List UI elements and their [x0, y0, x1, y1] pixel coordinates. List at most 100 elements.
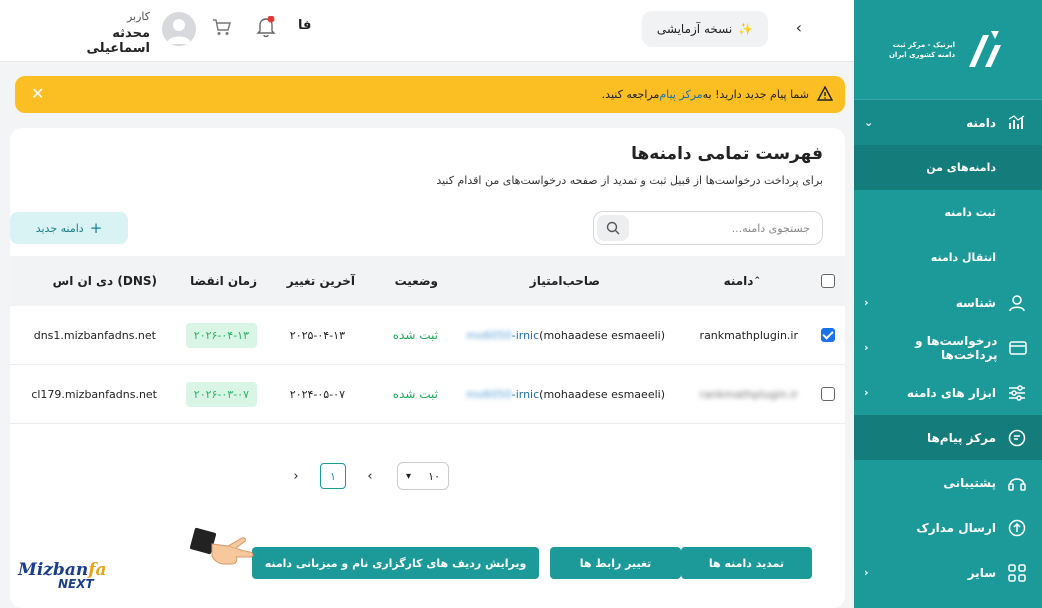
user-role: کاربر — [126, 10, 150, 23]
holder-suffix: -irnic — [511, 387, 540, 401]
header-status: وضعیت — [394, 274, 438, 288]
header-holder: صاحب‌امتیاز — [529, 274, 600, 288]
page-number[interactable]: ۱ — [320, 463, 346, 489]
change-link-button[interactable]: تغییر رابط ها — [550, 547, 681, 579]
logo-text-line2: دامنه کشوری ایران — [888, 50, 956, 59]
sidebar: ایرنیک - مرکز ثبت دامنه کشوری ایران دامن… — [854, 0, 1042, 608]
header-dns: دی ان اس (DNS) — [52, 274, 157, 288]
new-message-alert: شما پیام جدید دارید! به مرکز پیام مراجعه… — [15, 76, 845, 113]
sidebar-subitem-my-domains[interactable]: دامنه‌های من — [854, 145, 1042, 190]
new-domain-label: دامنه جدید — [35, 221, 84, 235]
table-header: دامنه ⌃ صاحب‌امتیاز وضعیت آخرین تغییر زم… — [10, 256, 845, 306]
trial-version-button[interactable]: ✨ نسخه آزمایشی — [642, 11, 768, 47]
sidebar-item-label: سایر — [967, 565, 996, 580]
mizbanfa-logo: Mizbanfa NEXT — [18, 560, 114, 591]
irnic-logo-icon — [961, 27, 1007, 73]
status-badge: ثبت شده — [392, 328, 438, 342]
sliders-icon — [1006, 382, 1028, 404]
sidebar-item-label: درخواست‌ها و پرداخت‌ها — [915, 333, 998, 362]
upload-icon — [1006, 517, 1028, 539]
holder-suffix: -irnic — [511, 328, 540, 342]
search-placeholder: جستجوی دامنه... — [731, 221, 810, 235]
sidebar-item-requests[interactable]: درخواست‌ها و پرداخت‌ها ‹ — [854, 325, 1042, 370]
sidebar-item-label: مرکز پیام‌ها — [926, 430, 996, 445]
chevron-left-icon: ‹ — [864, 386, 869, 399]
status-badge: ثبت شده — [392, 387, 438, 401]
holder: mo6050 -irnic (mohaadese esmaeeli) — [466, 306, 665, 364]
holder-id: mo6050 — [466, 387, 512, 401]
sidebar-item-other[interactable]: سایر ‹ — [854, 550, 1042, 595]
topbar: ‹ ✨ نسخه آزمایشی فا کاربر محدثه اسماعیلی — [0, 0, 854, 62]
last-change-date: ۲۰۲۴-۰۵-۰۷ — [289, 387, 345, 401]
chart-icon — [1006, 112, 1028, 134]
domain-name[interactable]: rankmathplugin.ir — [700, 306, 798, 364]
page-title: فهرست تمامی دامنه‌ها — [631, 144, 823, 164]
user-name: محدثه اسماعیلی — [86, 26, 150, 56]
card-icon — [1007, 337, 1028, 359]
table-row[interactable]: rankmathplugin.ir mo6050 -irnic (mohaades… — [10, 306, 845, 365]
per-page-value: ۱۰ — [428, 469, 440, 483]
chevron-right-icon[interactable]: ‹ — [357, 463, 383, 489]
header-domain[interactable]: دامنه — [724, 274, 754, 288]
sidebar-item-support[interactable]: پشتیبانی — [854, 460, 1042, 505]
sidebar-item-message-center[interactable]: مرکز پیام‌ها — [854, 415, 1042, 460]
sidebar-subitem-register-domain[interactable]: ثبت دامنه — [854, 190, 1042, 235]
renew-domains-button[interactable]: تمدید دامنه ها — [681, 547, 812, 579]
sidebar-item-label: ابزار های دامنه — [906, 385, 996, 400]
search-input[interactable]: جستجوی دامنه... — [593, 211, 823, 245]
headset-icon — [1006, 472, 1028, 494]
holder-id: mo6050 — [466, 328, 512, 342]
sidebar-item-upload-docs[interactable]: ارسال مدارک — [854, 505, 1042, 550]
alert-text-before: شما پیام جدید دارید! به — [702, 88, 809, 101]
page-subtitle: برای پرداخت درخواست‌ها از قبیل ثبت و تمد… — [436, 174, 823, 187]
holder-name: (mohaadese esmaeeli) — [539, 387, 665, 401]
bell-icon[interactable] — [256, 15, 276, 42]
sidebar-subitem-transfer-domain[interactable]: انتقال دامنه — [854, 235, 1042, 280]
last-change-date: ۲۰۲۵-۰۴-۱۳ — [289, 328, 345, 342]
chevron-left-icon[interactable]: ‹ — [796, 18, 802, 37]
sidebar-item-label: دامنه — [966, 115, 996, 130]
irnic-logo[interactable]: ایرنیک - مرکز ثبت دامنه کشوری ایران — [854, 0, 1042, 100]
avatar[interactable] — [162, 12, 196, 46]
holder: mo6050 -irnic (mohaadese esmaeeli) — [466, 365, 665, 423]
search-icon[interactable] — [597, 215, 629, 241]
chevron-down-icon: ⌄ — [864, 116, 874, 129]
holder-name: (mohaadese esmaeeli) — [539, 328, 665, 342]
chevron-down-icon: ▾ — [406, 470, 412, 482]
pointing-hand-icon — [189, 526, 256, 578]
sidebar-item-identity[interactable]: شناسه ‹ — [854, 280, 1042, 325]
per-page-select[interactable]: ▾ ۱۰ — [397, 462, 449, 490]
warning-icon — [816, 85, 834, 104]
dns-server: cl179.mizbanfadns.net — [31, 387, 157, 401]
message-center-link[interactable]: مرکز پیام — [659, 88, 702, 101]
trial-version-label: نسخه آزمایشی — [656, 22, 733, 36]
domains-table: دامنه ⌃ صاحب‌امتیاز وضعیت آخرین تغییر زم… — [10, 256, 845, 424]
sidebar-item-domain[interactable]: دامنه ⌄ — [854, 100, 1042, 145]
domain-name[interactable]: rankmathplugin.ir — [700, 365, 798, 423]
sidebar-item-domain-tools[interactable]: ابزار های دامنه ‹ — [854, 370, 1042, 415]
user-info[interactable]: کاربر محدثه اسماعیلی — [50, 10, 150, 56]
domains-card: فهرست تمامی دامنه‌ها برای پرداخت درخواست… — [10, 128, 845, 608]
expiry-date: ۲۰۲۶-۰۳-۰۷ — [185, 381, 257, 407]
logo-text-line1: ایرنیک - مرکز ثبت — [892, 40, 956, 49]
chevron-left-icon[interactable]: › — [283, 463, 309, 489]
header-last-change: آخرین تغییر — [286, 274, 355, 288]
select-all-checkbox[interactable] — [821, 274, 835, 288]
language-switch[interactable]: فا — [298, 18, 311, 33]
grid-icon — [1006, 562, 1028, 584]
close-icon[interactable]: ✕ — [31, 84, 44, 103]
plus-icon: + — [89, 219, 103, 237]
sort-up-icon[interactable]: ⌃ — [753, 276, 761, 286]
cart-icon[interactable] — [212, 18, 232, 40]
edit-ns-records-button[interactable]: ویرایش ردیف های کارگزاری نام و میزبانی د… — [252, 547, 539, 579]
new-domain-button[interactable]: + دامنه جدید — [10, 212, 128, 244]
user-icon — [1006, 292, 1028, 314]
header-expiry: زمان انقضا — [190, 274, 257, 288]
alert-text-after: مراجعه کنید. — [601, 88, 660, 101]
sidebar-item-label: شناسه — [955, 295, 996, 310]
table-row[interactable]: rankmathplugin.ir mo6050 -irnic (mohaades… — [10, 365, 845, 424]
sidebar-item-label: پشتیبانی — [943, 475, 996, 490]
row-checkbox[interactable] — [821, 387, 835, 401]
row-checkbox[interactable] — [821, 328, 835, 342]
chevron-left-icon: ‹ — [864, 566, 869, 579]
